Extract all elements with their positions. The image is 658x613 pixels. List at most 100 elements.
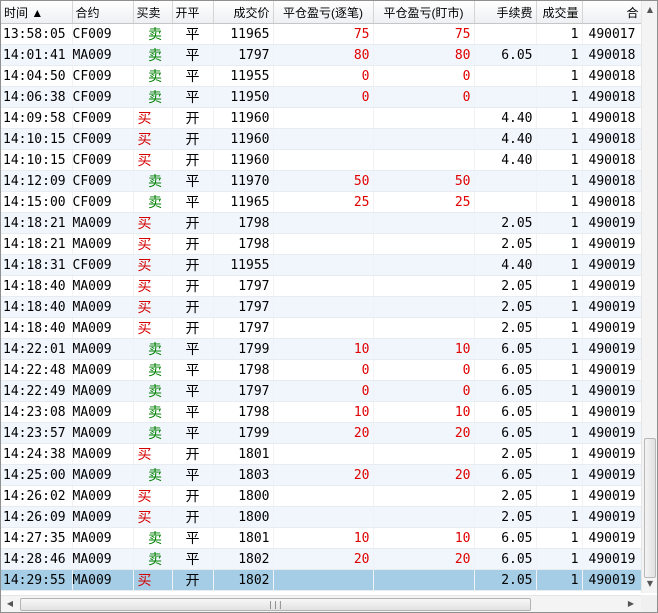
cell-direction: 买 (133, 485, 173, 507)
cell-fee: 2.05 (474, 506, 537, 528)
cell-price: 11955 (213, 65, 274, 87)
col-header-open-close[interactable]: 开平 (172, 1, 214, 24)
trade-rows: 13:58:05 CF009 卖平 11965 75 75 1 490017 14:01:41 M… (1, 23, 641, 591)
cell-pnl-per-trade: 10 (273, 527, 374, 549)
cell-open-close: 平 (172, 65, 214, 87)
col-header-pnl-per-trade[interactable]: 平仓盈亏(逐笔) (273, 1, 374, 24)
col-header-order-id[interactable]: 合 (582, 1, 641, 24)
trade-table: 时间 ▲ 合约 买卖 开平 成交价 平仓盈亏(逐笔) 平仓盈亏(盯市) 手续费 … (1, 1, 641, 591)
cell-pnl-mark-to-market (373, 569, 475, 591)
table-row[interactable]: 14:09:58 CF009 买开 11960 4.40 1 490018 (1, 107, 641, 129)
table-row[interactable]: 14:18:40 MA009 买开 1797 2.05 1 490019 (1, 296, 641, 318)
cell-volume: 1 (536, 191, 583, 213)
cell-open-close: 平 (172, 44, 214, 66)
table-row[interactable]: 14:18:31 CF009 买开 11955 4.40 1 490019 (1, 254, 641, 276)
table-row[interactable]: 14:06:38 CF009 卖平 11950 0 0 1 490018 (1, 86, 641, 108)
col-header-contract[interactable]: 合约 (72, 1, 134, 24)
cell-open-close: 开 (172, 275, 214, 297)
scroll-left-arrow-icon[interactable]: ◀ (2, 596, 18, 612)
horizontal-scroll-thumb[interactable]: ||| (20, 598, 531, 611)
cell-direction: 卖 (133, 65, 173, 87)
cell-time: 14:18:40 (1, 275, 73, 297)
cell-contract: MA009 (72, 233, 134, 255)
table-row[interactable]: 14:29:55 MA009 买开 1802 2.05 1 490019 (1, 569, 641, 591)
cell-direction: 卖 (133, 548, 173, 570)
cell-time: 14:10:15 (1, 128, 73, 150)
col-header-fee[interactable]: 手续费 (474, 1, 537, 24)
cell-open-close: 开 (172, 107, 214, 129)
table-row[interactable]: 14:28:46 MA009 卖平 1802 20 20 6.05 1 490019 (1, 548, 641, 570)
cell-volume: 1 (536, 464, 583, 486)
cell-time: 14:27:35 (1, 527, 73, 549)
cell-price: 1803 (213, 464, 274, 486)
table-row[interactable]: 14:01:41 MA009 卖平 1797 80 80 6.05 1 490018 (1, 44, 641, 66)
col-header-time[interactable]: 时间 ▲ (1, 1, 73, 24)
cell-time: 14:29:55 (1, 569, 73, 591)
col-header-direction[interactable]: 买卖 (133, 1, 173, 24)
table-row[interactable]: 14:23:08 MA009 卖平 1798 10 10 6.05 1 490019 (1, 401, 641, 423)
cell-contract: MA009 (72, 548, 134, 570)
cell-pnl-per-trade: 0 (273, 86, 374, 108)
cell-fee (474, 170, 537, 192)
table-row[interactable]: 14:26:02 MA009 买开 1800 2.05 1 490019 (1, 485, 641, 507)
table-row[interactable]: 14:25:00 MA009 卖平 1803 20 20 6.05 1 490019 (1, 464, 641, 486)
cell-fee (474, 191, 537, 213)
cell-pnl-per-trade: 10 (273, 401, 374, 423)
col-header-volume[interactable]: 成交量 (536, 1, 583, 24)
cell-time: 14:06:38 (1, 86, 73, 108)
cell-direction: 卖 (133, 464, 173, 486)
cell-open-close: 开 (172, 296, 214, 318)
vertical-scrollbar[interactable]: ▲ ▼ (641, 1, 657, 593)
cell-order-id: 490019 (582, 401, 641, 423)
scroll-up-arrow-icon[interactable]: ▲ (642, 2, 657, 18)
cell-pnl-mark-to-market: 0 (373, 86, 475, 108)
vertical-scroll-thumb[interactable] (644, 438, 656, 578)
cell-pnl-mark-to-market (373, 149, 475, 171)
cell-price: 1800 (213, 506, 274, 528)
header-row: 时间 ▲ 合约 买卖 开平 成交价 平仓盈亏(逐笔) 平仓盈亏(盯市) 手续费 … (1, 1, 641, 24)
cell-contract: CF009 (72, 149, 134, 171)
cell-time: 14:24:38 (1, 443, 73, 465)
cell-time: 14:18:21 (1, 233, 73, 255)
table-row[interactable]: 13:58:05 CF009 卖平 11965 75 75 1 490017 (1, 23, 641, 45)
table-row[interactable]: 14:18:40 MA009 买开 1797 2.05 1 490019 (1, 317, 641, 339)
table-row[interactable]: 14:18:21 MA009 买开 1798 2.05 1 490019 (1, 212, 641, 234)
cell-pnl-per-trade: 20 (273, 548, 374, 570)
cell-volume: 1 (536, 485, 583, 507)
table-row[interactable]: 14:22:49 MA009 卖平 1797 0 0 6.05 1 490019 (1, 380, 641, 402)
cell-open-close: 平 (172, 338, 214, 360)
cell-volume: 1 (536, 275, 583, 297)
table-row[interactable]: 14:18:40 MA009 买开 1797 2.05 1 490019 (1, 275, 641, 297)
table-row[interactable]: 14:04:50 CF009 卖平 11955 0 0 1 490018 (1, 65, 641, 87)
table-row[interactable]: 14:22:48 MA009 卖平 1798 0 0 6.05 1 490019 (1, 359, 641, 381)
cell-open-close: 平 (172, 548, 214, 570)
cell-fee: 6.05 (474, 401, 537, 423)
scroll-down-arrow-icon[interactable]: ▼ (642, 576, 657, 592)
table-row[interactable]: 14:23:57 MA009 卖平 1799 20 20 6.05 1 490019 (1, 422, 641, 444)
cell-volume: 1 (536, 44, 583, 66)
cell-fee: 4.40 (474, 107, 537, 129)
cell-order-id: 490019 (582, 380, 641, 402)
cell-volume: 1 (536, 149, 583, 171)
horizontal-scrollbar[interactable]: ◀ ||| ▶ (1, 595, 641, 612)
col-header-price[interactable]: 成交价 (213, 1, 274, 24)
cell-pnl-per-trade (273, 506, 374, 528)
scroll-right-arrow-icon[interactable]: ▶ (623, 596, 639, 612)
col-header-pnl-mark-to-market[interactable]: 平仓盈亏(盯市) (373, 1, 475, 24)
cell-contract: MA009 (72, 464, 134, 486)
cell-fee (474, 65, 537, 87)
table-row[interactable]: 14:22:01 MA009 卖平 1799 10 10 6.05 1 490019 (1, 338, 641, 360)
table-row[interactable]: 14:24:38 MA009 买开 1801 2.05 1 490019 (1, 443, 641, 465)
table-row[interactable]: 14:12:09 CF009 卖平 11970 50 50 1 490018 (1, 170, 641, 192)
cell-time: 14:22:01 (1, 338, 73, 360)
cell-pnl-per-trade (273, 317, 374, 339)
cell-price: 1799 (213, 422, 274, 444)
table-row[interactable]: 14:10:15 CF009 买开 11960 4.40 1 490018 (1, 149, 641, 171)
table-row[interactable]: 14:10:15 CF009 买开 11960 4.40 1 490018 (1, 128, 641, 150)
table-row[interactable]: 14:18:21 MA009 买开 1798 2.05 1 490019 (1, 233, 641, 255)
table-row[interactable]: 14:15:00 CF009 卖平 11965 25 25 1 490018 (1, 191, 641, 213)
cell-open-close: 开 (172, 506, 214, 528)
table-row[interactable]: 14:26:09 MA009 买开 1800 2.05 1 490019 (1, 506, 641, 528)
cell-volume: 1 (536, 401, 583, 423)
table-row[interactable]: 14:27:35 MA009 卖平 1801 10 10 6.05 1 490019 (1, 527, 641, 549)
